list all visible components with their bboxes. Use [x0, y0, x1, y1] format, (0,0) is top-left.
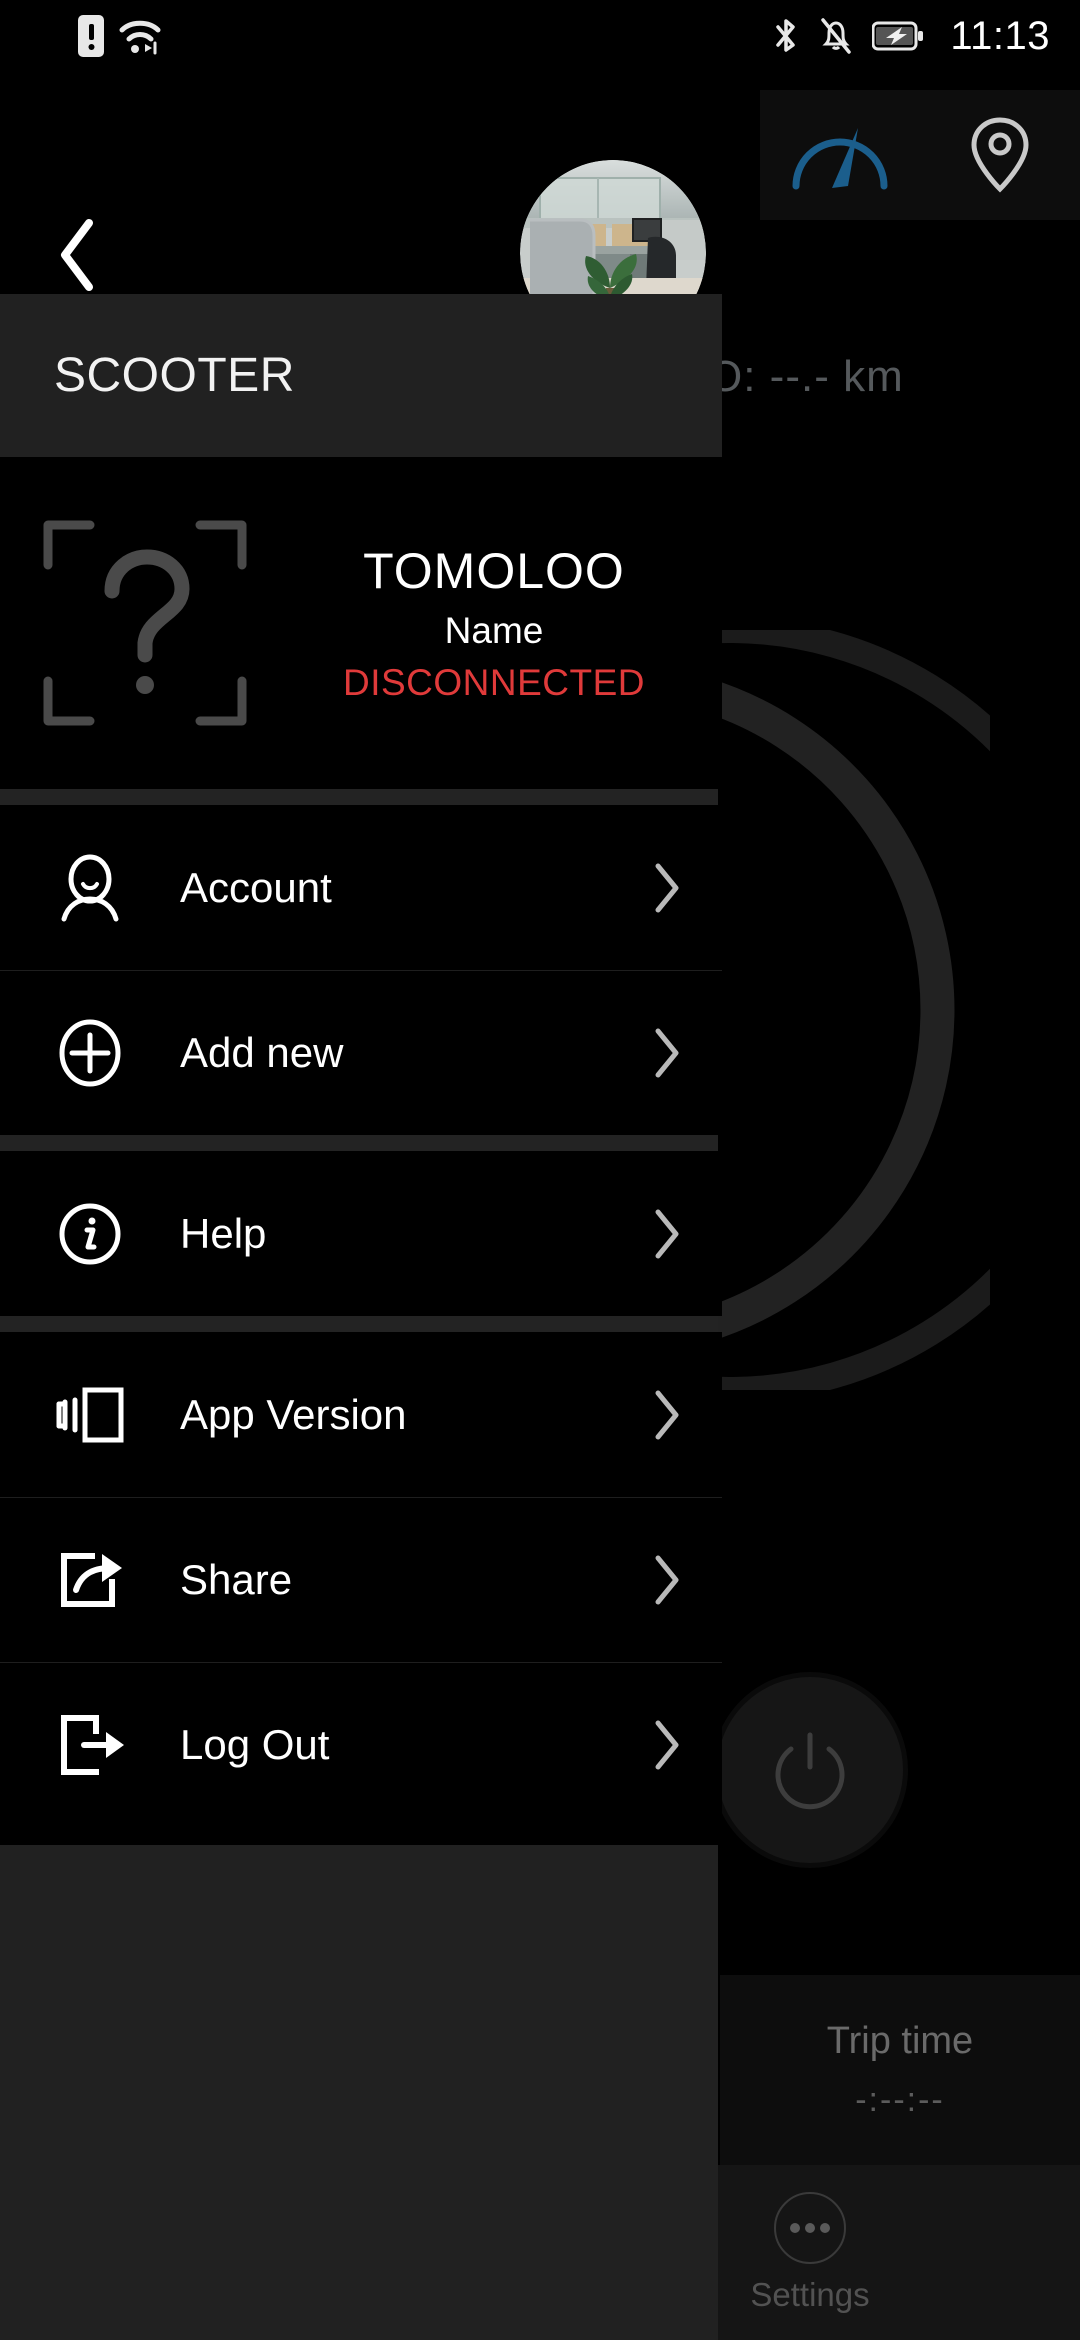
- trip-time-value: -:--:--: [855, 2081, 945, 2119]
- sim-warning-icon: [78, 15, 104, 57]
- chevron-right-icon: [612, 1208, 722, 1260]
- menu-label-log-out: Log Out: [180, 1721, 330, 1768]
- menu-item-log-out[interactable]: Log Out: [0, 1662, 722, 1827]
- group-separator: [0, 1316, 718, 1332]
- dashboard-tabs: [760, 90, 1080, 220]
- ellipsis-icon: [774, 2191, 846, 2264]
- dashboard-tab[interactable]: [760, 116, 920, 194]
- status-badge: DISCONNECTED: [342, 662, 646, 703]
- menu-item-help[interactable]: Help: [0, 1151, 722, 1316]
- page-title: SCOOTER: [54, 349, 295, 402]
- drawer-title-bar: SCOOTER: [0, 294, 722, 457]
- trip-time-label: Trip time: [826, 2020, 974, 2062]
- menu-label-help: Help: [180, 1209, 267, 1257]
- wifi-icon: [118, 15, 162, 57]
- power-button[interactable]: [712, 1672, 908, 1868]
- drawer-menu: Account Add new Help App Version Share L…: [0, 789, 722, 1827]
- chevron-right-icon: [612, 1389, 722, 1441]
- menu-item-app-version[interactable]: App Version: [0, 1332, 722, 1497]
- plus-circle-icon: [0, 1017, 180, 1089]
- menu-label-account: Account: [180, 863, 332, 911]
- chevron-right-icon: [612, 1554, 722, 1606]
- device-brand: TOMOLOO: [363, 543, 625, 599]
- device-update-icon: [0, 1382, 180, 1448]
- menu-label-add-new: Add new: [180, 1029, 344, 1076]
- notifications-muted-icon: [818, 16, 854, 56]
- menu-label-app-version: App Version: [180, 1390, 407, 1438]
- menu-label-share: Share: [180, 1556, 293, 1603]
- status-bar: 11:13: [0, 0, 1080, 72]
- back-button[interactable]: [30, 207, 126, 303]
- chevron-left-icon: [55, 217, 101, 293]
- chevron-right-icon: [612, 1027, 722, 1079]
- device-info: TOMOLOO Name DISCONNECTED: [290, 542, 722, 704]
- drawer-footer-space: [0, 1845, 718, 2340]
- bluetooth-icon: [772, 16, 800, 56]
- power-icon: [771, 1729, 849, 1811]
- person-icon: [0, 853, 180, 923]
- menu-item-account[interactable]: Account: [0, 805, 722, 970]
- location-tab[interactable]: [920, 115, 1080, 195]
- trip-time-card: Trip time -:--:--: [720, 1975, 1080, 2165]
- location-pin-icon: [969, 115, 1031, 195]
- status-bar-clock: 11:13: [950, 13, 1050, 58]
- logout-icon: [0, 1710, 180, 1780]
- chevron-right-icon: [612, 862, 722, 914]
- device-card[interactable]: TOMOLOO Name DISCONNECTED: [0, 457, 722, 789]
- group-separator: [0, 789, 718, 805]
- group-separator: [0, 1135, 718, 1151]
- menu-item-share[interactable]: Share: [0, 1497, 722, 1662]
- battery-charging-icon: [872, 21, 924, 51]
- navigation-drawer: SCOOTER TOMOLOO Name DISCONNECTED Accoun…: [0, 0, 722, 2340]
- unknown-device-placeholder-icon: [40, 513, 250, 733]
- chevron-right-icon: [612, 1719, 722, 1771]
- device-name: Name: [444, 610, 544, 651]
- drawer-header: [0, 72, 722, 346]
- info-circle-icon: [0, 1199, 180, 1269]
- device-thumbnail: [0, 513, 290, 733]
- menu-item-add-new[interactable]: Add new: [0, 970, 722, 1135]
- nav-label-settings: Settings: [750, 2275, 870, 2313]
- share-icon: [0, 1546, 180, 1614]
- speedometer-icon: [788, 116, 892, 194]
